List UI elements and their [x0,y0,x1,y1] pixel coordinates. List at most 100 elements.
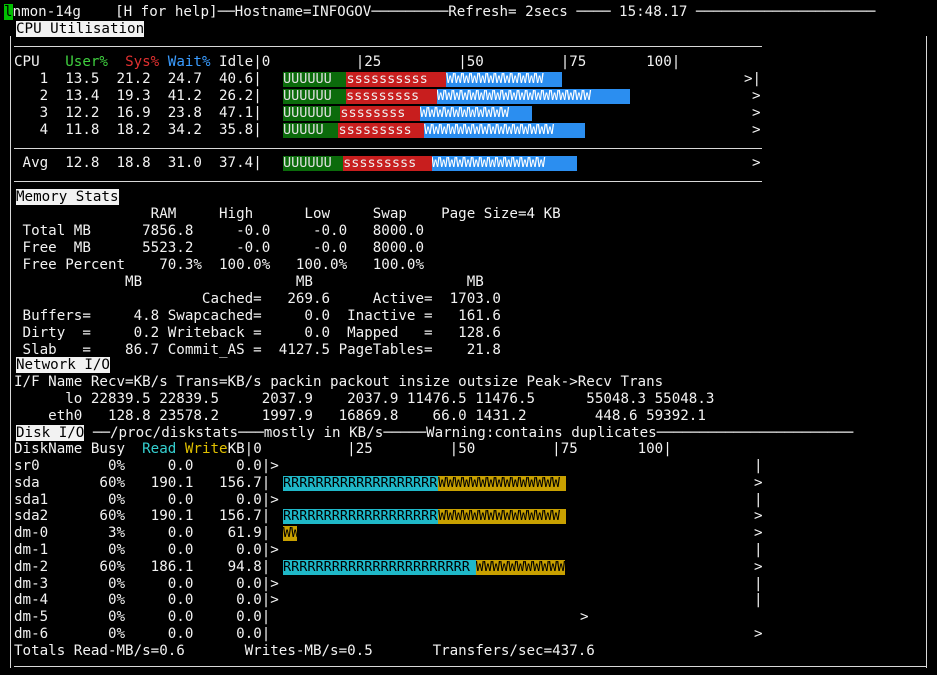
disk-busy: 0% [82,626,126,642]
read-col-header: Read [142,441,177,457]
row-tail-marker: > [754,525,763,542]
bar-separator: | [253,122,262,138]
disk-scale: 0 |25 |50 |75 100| [253,441,672,457]
cpu-mid-rule [14,148,762,149]
idle-col-header: Idle [219,54,254,70]
app-title: nmon-14g [12,4,81,20]
bar-separator: | [253,155,262,171]
disk-name: sda2 [14,508,83,525]
disk-section-label: Disk I/O [16,425,85,441]
terminal-cursor: l [4,4,13,20]
totals-read: Totals Read-MB/s=0.6 [14,643,185,659]
disk-write: 0.0 [193,542,262,558]
hostname: Hostname=INFOGOV [234,4,372,20]
cpu-id: Avg [14,155,57,171]
disk-row: sr0 0% 0.0 0.0|> [14,458,279,475]
disk-row: sda1 0% 0.0 0.0|> [14,492,279,509]
clock: 15:48.17 [619,4,688,20]
cpu-sys: 19.3 [107,88,160,104]
memory-line: Total MB 7856.8 -0.0 -0.0 8000.0 [14,223,424,239]
write-segment: WW [283,526,298,542]
cpu-row: 1 13.5 21.2 24.7 40.6| [14,71,262,88]
disk-write: 156.7 [193,508,262,525]
cpu-user: 13.4 [56,88,108,104]
nmon-terminal[interactable]: lnmon-14g [H for help]──Hostname=INFOGOV… [0,0,937,675]
row-tail-marker: | [754,592,763,609]
wait-segment: WWWWWWWWWWWWWW [431,156,578,171]
disk-name: sda1 [14,491,83,508]
read-segment: RRRRRRRRRRRRRRRRRRR [283,509,439,525]
bar-separator: | [261,542,271,558]
header-bar: lnmon-14g [H for help]──Hostname=INFOGOV… [4,4,876,20]
cpu-wait: 41.2 [159,88,211,104]
disk-name: dm-1 [14,542,83,558]
disk-row: dm-1 0% 0.0 0.0|> [14,542,279,559]
cpu-bar: UUUUUU sssssssss WWWWWWWWWWWWWW [283,156,578,171]
bar-separator: | [261,558,271,575]
disk-read: 190.1 [125,508,194,525]
disk-row: dm-0 3% 0.0 61.9| [14,525,270,542]
user-segment: UUUUUU [283,106,341,121]
cpu-id: 4 [14,122,57,138]
disk-row: dm-5 0% 0.0 0.0| [14,609,270,626]
disk-busy: 0% [82,542,126,558]
memory-line: Free Percent 70.3% 100.0% 100.0% 100.0% [14,257,424,273]
cpu-id: 2 [14,88,57,104]
row-tail-marker: | [754,575,763,592]
bar-end-marker: > [752,88,761,104]
wait-segment: WWWWWWWWWWW [419,106,532,121]
cpu-row: 2 13.4 19.3 41.2 26.2| [14,88,262,105]
disk-write: 61.9 [193,525,262,542]
wait-segment: WWWWWWWWWWWWWWWW [423,123,585,138]
disk-name: sr0 [14,458,83,474]
user-segment: UUUUU [283,123,339,138]
bar-separator: | [261,491,271,508]
cpu-bar: UUUUUU sssssssss WWWWWWWWWWWWWWWWWWW [283,89,631,104]
disk-header-row: DiskName Busy Read WriteKB|0 |25 |50 |75… [14,441,672,457]
disk-name: dm-6 [14,626,83,642]
cpu-scale: 0 |25 |50 |75 100| [261,54,681,70]
network-section-label: Network I/O [16,357,110,373]
wait-segment: WWWWWWWWWWWWWWWWWWW [436,89,631,104]
disk-busy: 0% [82,592,126,609]
cpu-sys: 16.9 [107,105,160,121]
network-row: eth0 128.8 23578.2 1997.9 16869.8 66.0 1… [14,408,706,424]
disk-row: sda 60% 190.1 156.7| [14,475,270,492]
cpu-bar: UUUUUU ssssssssss WWWWWWWWWWWW [283,72,563,87]
cpu-row: 3 12.2 16.9 23.8 47.1| [14,105,262,122]
disk-bar: WW [283,526,298,542]
cpu-row: 4 11.8 18.2 34.2 35.8| [14,122,262,139]
row-tail-marker: | [754,491,763,508]
cpu-bar: UUUUU sssssssss WWWWWWWWWWWWWWWW [283,123,585,138]
memory-line: RAM High Low Swap Page Size=4 KB [14,206,561,222]
disk-read: 0.0 [125,542,194,558]
disk-read: 186.1 [125,558,194,575]
bar-separator: | [261,458,271,474]
bar-separator: | [261,575,271,592]
bar-separator: | [261,592,271,609]
row-tail-marker: | [754,542,763,558]
row-tail-marker: > [754,626,763,642]
cpu-idle: 37.4 [210,155,254,171]
cpu-header-row: CPU User% Sys% Wait% Idle|0 |25 |50 |75 … [14,54,681,70]
bar-start-marker: > [270,458,279,474]
disk-read: 0.0 [125,458,194,474]
disk-write: 0.0 [193,592,262,609]
disk-write: 156.7 [193,474,262,491]
cpu-user: 11.8 [56,122,108,138]
refresh-rate: Refresh= 2secs [448,4,568,20]
disk-busy: 0% [82,491,126,508]
disk-row: dm-4 0% 0.0 0.0|> [14,592,279,609]
disk-busy: 3% [82,525,126,542]
bar-separator: | [253,105,262,121]
disk-busy: 0% [82,575,126,592]
disk-busy: 60% [82,508,126,525]
disk-name: dm-0 [14,525,83,542]
wait-col-header: Wait% [167,54,211,70]
network-header-row: I/F Name Recv=KB/s Trans=KB/s packin pac… [14,374,664,390]
memory-line: Dirty = 0.2 Writeback = 0.0 Mapped = 128… [14,325,501,341]
disk-write: 0.0 [193,575,262,592]
disk-bar: RRRRRRRRRRRRRRRRRRRRRRR WWWWWWWWWWW [283,559,565,575]
bar-start-marker: > [270,491,279,508]
disk-busy: 0% [82,609,126,626]
